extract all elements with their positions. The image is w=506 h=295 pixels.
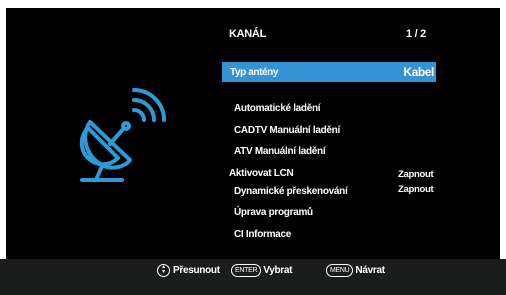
hint-move-label: Přesunout — [173, 265, 220, 277]
menu-item-atv-manual-tuning[interactable]: ATV Manuální ladění — [234, 146, 326, 157]
menu-item-lcn[interactable]: Aktivovat LCN — [229, 168, 294, 179]
enter-key-icon: ENTER — [231, 264, 262, 277]
menu-item-dynamic-rescan-value: Zapnout — [398, 184, 434, 195]
menu-item-antenna-type[interactable]: Typ antény Kabel — [222, 62, 436, 82]
navigate-arrows-icon: ▴ ▾ — [157, 264, 170, 277]
hint-select-label: Vybrat — [263, 265, 293, 277]
menu-item-lcn-value: Zapnout — [398, 169, 434, 180]
menu-item-auto-tuning[interactable]: Automatické ladění — [234, 103, 321, 114]
menu-item-cadtv-manual-tuning[interactable]: CADTV Manuální ladění — [234, 125, 340, 136]
page-indicator: 1 / 2 — [406, 28, 426, 40]
menu-item-dynamic-rescan[interactable]: Dynamické přeskenování — [234, 186, 348, 197]
menu-item-program-edit[interactable]: Úprava programů — [234, 207, 313, 218]
menu-item-value: Kabel — [403, 65, 434, 79]
hint-back-label: Návrat — [355, 265, 385, 277]
hint-select: ENTER Vybrat — [231, 264, 292, 277]
menu-item-ci-info[interactable]: CI Informace — [234, 229, 291, 240]
satellite-dish-icon — [79, 88, 166, 182]
hint-back: MENU Návrat — [326, 264, 385, 277]
hint-move: ▴ ▾ Přesunout — [157, 264, 220, 277]
menu-title: KANÁL — [229, 28, 266, 40]
menu-key-icon: MENU — [326, 264, 354, 277]
menu-item-label: Typ antény — [230, 67, 279, 78]
